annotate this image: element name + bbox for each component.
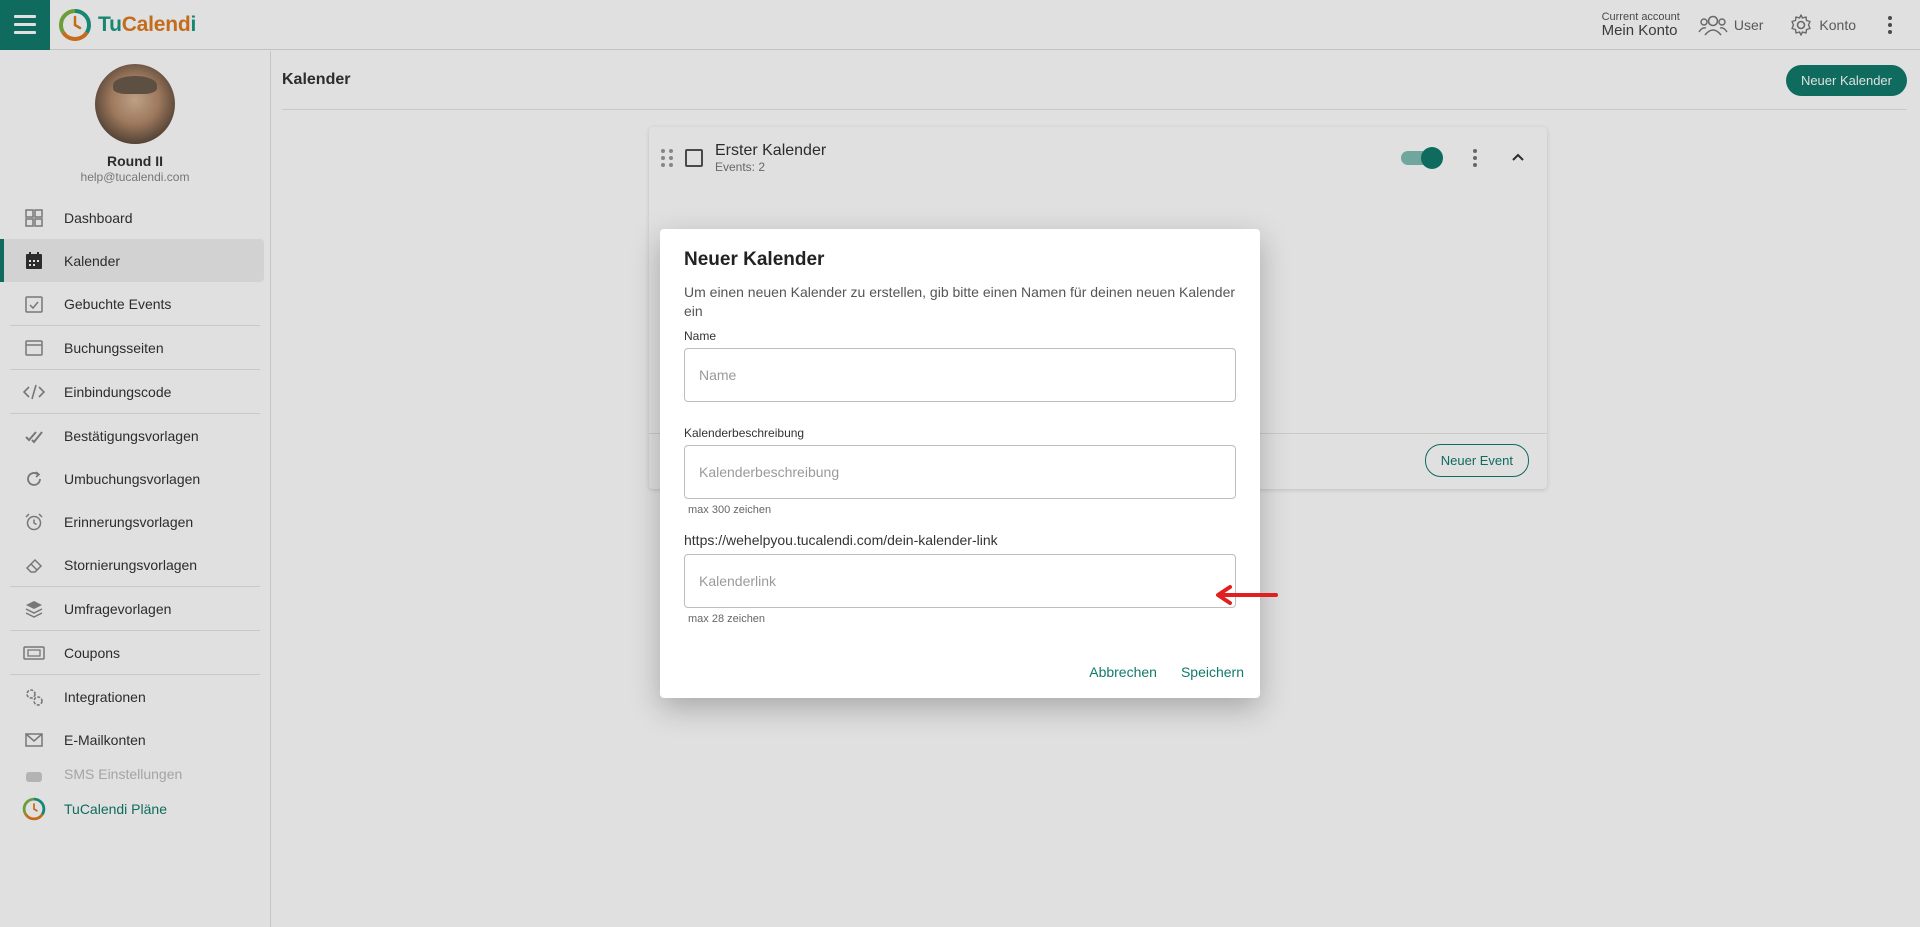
dialog-description: Um einen neuen Kalender zu erstellen, gi… bbox=[684, 284, 1236, 319]
save-button[interactable]: Speichern bbox=[1181, 664, 1244, 680]
name-label: Name bbox=[684, 329, 717, 343]
name-input[interactable] bbox=[684, 348, 1236, 402]
annotation-arrow-icon bbox=[1216, 585, 1278, 605]
description-input[interactable] bbox=[684, 445, 1236, 499]
description-hint: max 300 zeichen bbox=[688, 504, 772, 516]
calendar-link-label: https://wehelpyou.tucalendi.com/dein-kal… bbox=[684, 532, 998, 548]
description-label: Kalenderbeschreibung bbox=[684, 426, 805, 440]
calendar-link-hint: max 28 zeichen bbox=[688, 613, 766, 625]
calendar-link-input[interactable] bbox=[684, 554, 1236, 608]
dialog-title: Neuer Kalender bbox=[684, 249, 825, 270]
cancel-button[interactable]: Abbrechen bbox=[1089, 664, 1157, 680]
new-calendar-dialog: Neuer Kalender Um einen neuen Kalender z… bbox=[660, 229, 1260, 698]
